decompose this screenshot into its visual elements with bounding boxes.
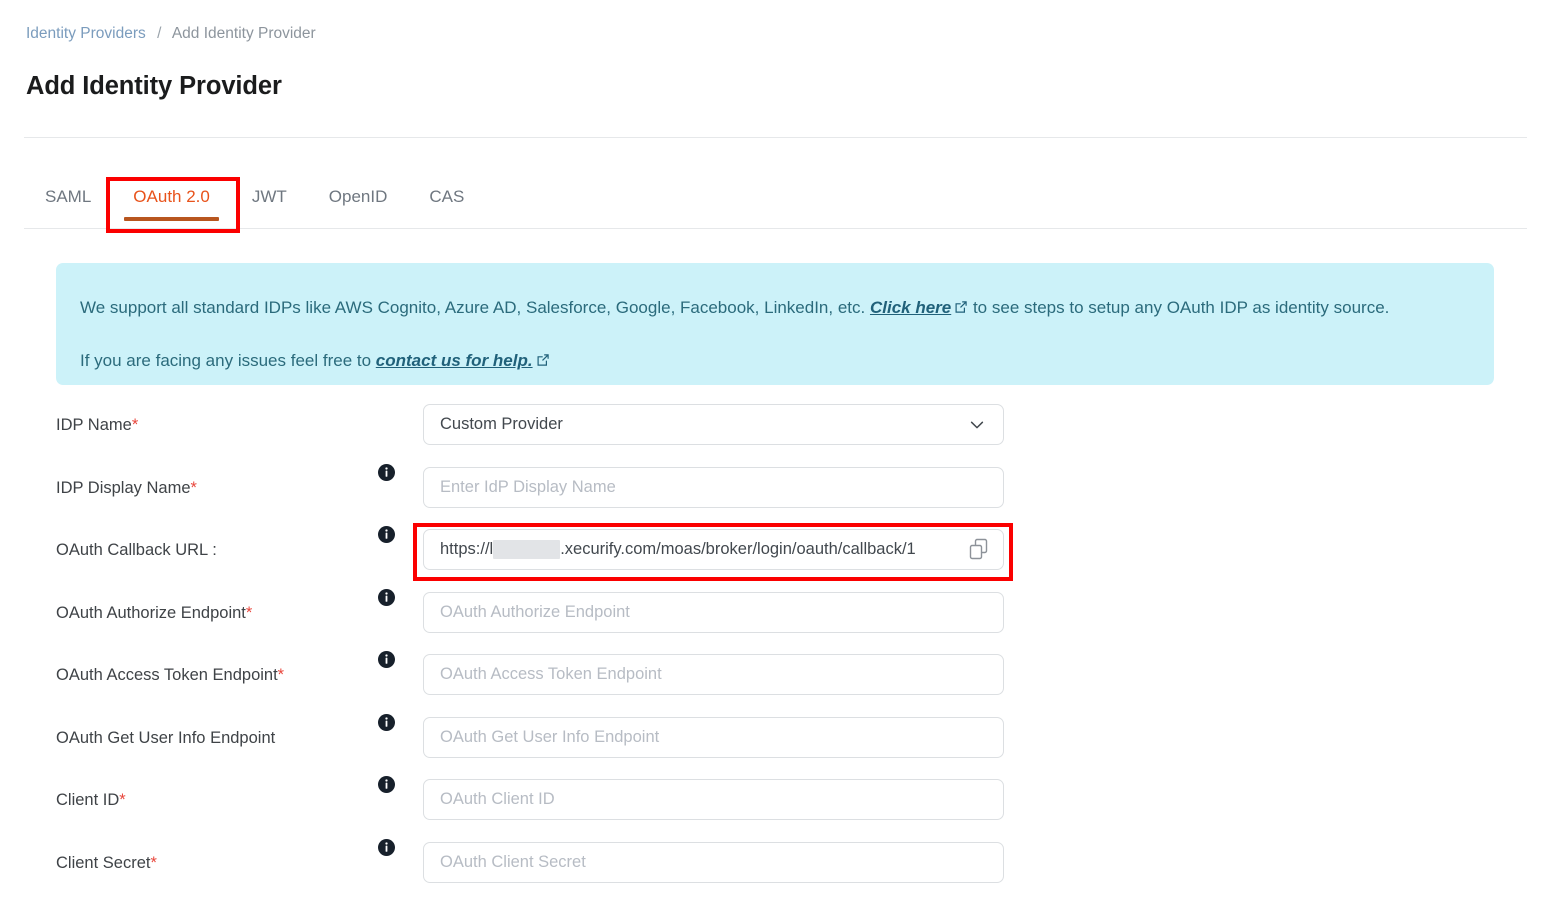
idp-display-name-input[interactable]: Enter IdP Display Name <box>423 466 1004 508</box>
url-suffix: .xecurify.com/moas/broker/login/oauth/ca… <box>560 540 916 558</box>
info-banner-line-2-prefix: If you are facing any issues feel free t… <box>80 351 376 370</box>
client-id-input-wrap: OAuth Client ID <box>423 779 1004 820</box>
page-title: Add Identity Provider <box>26 72 282 100</box>
breadcrumb-current: Add Identity Provider <box>171 25 316 42</box>
breadcrumb-separator: / <box>157 25 162 42</box>
oauth-authorize-endpoint-input[interactable]: OAuth Authorize Endpoint <box>423 591 1004 633</box>
oauth-access-token-endpoint-input-wrap: OAuth Access Token Endpoint <box>423 654 1004 695</box>
tab-cas[interactable]: CAS <box>408 176 485 219</box>
label-oauth-authorize-endpoint: OAuth Authorize Endpoint* <box>56 604 252 623</box>
oauth-authorize-endpoint-input-wrap: OAuth Authorize Endpoint <box>423 591 1004 633</box>
header-divider <box>24 137 1527 138</box>
info-icon[interactable] <box>378 463 395 481</box>
url-prefix: https://l <box>440 540 494 558</box>
field-row-oauth-callback-url: OAuth Callback URL : https://l .xecurify.… <box>0 525 1551 588</box>
client-secret-input-wrap: OAuth Client Secret <box>423 841 1004 883</box>
info-banner-line-2: If you are facing any issues feel free t… <box>80 348 1470 374</box>
label-idp-name-text: IDP Name <box>56 416 132 434</box>
field-row-client-secret: Client Secret* OAuth Client Secret <box>0 838 1551 897</box>
redaction-block <box>493 540 561 559</box>
client-secret-placeholder: OAuth Client Secret <box>440 852 586 871</box>
label-idp-display-name: IDP Display Name* <box>56 479 197 498</box>
info-banner: We support all standard IDPs like AWS Co… <box>56 263 1494 385</box>
idp-display-name-placeholder: Enter IdP Display Name <box>440 477 616 496</box>
oauth-authorize-endpoint-placeholder: OAuth Authorize Endpoint <box>440 602 630 621</box>
breadcrumb-identity-providers[interactable]: Identity Providers <box>26 25 146 42</box>
oauth-callback-url-value: https://l .xecurify.com/moas/broker/login… <box>440 540 987 559</box>
required-asterisk: * <box>131 416 139 434</box>
info-icon[interactable] <box>378 713 395 731</box>
info-icon[interactable] <box>378 838 395 856</box>
label-client-id: Client ID* <box>56 791 126 810</box>
required-asterisk: * <box>245 603 253 622</box>
label-oauth-get-user-info-endpoint: OAuth Get User Info Endpoint <box>56 728 276 747</box>
info-icon[interactable] <box>378 651 395 668</box>
label-client-secret: Client Secret* <box>56 854 157 873</box>
oauth-callback-url-input[interactable]: https://l .xecurify.com/moas/broker/login… <box>423 529 1004 570</box>
field-row-idp-name: IDP Name* Custom Provider <box>0 400 1551 463</box>
info-banner-line-1-suffix: to see steps to setup any OAuth IDP as i… <box>968 298 1390 317</box>
label-oauth-access-token-endpoint-text: OAuth Access Token Endpoint <box>56 666 278 684</box>
tab-bar: SAML OAuth 2.0 JWT OpenID CAS <box>24 176 1527 229</box>
label-oauth-callback-url: OAuth Callback URL : <box>56 541 217 559</box>
client-id-placeholder: OAuth Client ID <box>440 790 555 808</box>
idp-name-select[interactable]: Custom Provider <box>423 404 1004 445</box>
label-idp-name: IDP Name* <box>56 416 138 435</box>
tab-openid[interactable]: OpenID <box>308 176 409 219</box>
add-identity-provider-page: Identity Providers / Add Identity Provid… <box>0 0 1551 897</box>
label-idp-display-name-text: IDP Display Name <box>56 478 191 497</box>
contact-us-link[interactable]: contact us for help. <box>376 351 533 370</box>
info-banner-line-1-prefix: We support all standard IDPs like AWS Co… <box>80 298 870 317</box>
click-here-link[interactable]: Click here <box>870 298 951 317</box>
client-id-input[interactable]: OAuth Client ID <box>423 779 1004 820</box>
required-asterisk: * <box>119 791 126 809</box>
label-oauth-authorize-endpoint-text: OAuth Authorize Endpoint <box>56 603 246 622</box>
required-asterisk: * <box>277 666 285 684</box>
field-row-oauth-authorize-endpoint: OAuth Authorize Endpoint* OAuth Authoriz… <box>0 588 1551 651</box>
required-asterisk: * <box>190 478 197 497</box>
oauth-get-user-info-endpoint-input-wrap: OAuth Get User Info Endpoint <box>423 716 1004 758</box>
tab-bar-underline <box>24 228 1527 229</box>
idp-name-value: Custom Provider <box>440 415 563 433</box>
label-client-id-text: Client ID <box>56 791 120 809</box>
field-row-client-id: Client ID* OAuth Client ID <box>0 775 1551 838</box>
idp-display-name-input-wrap: Enter IdP Display Name <box>423 466 1004 508</box>
label-oauth-access-token-endpoint: OAuth Access Token Endpoint* <box>56 666 284 685</box>
chevron-down-icon <box>969 417 985 433</box>
idp-name-select-wrap: Custom Provider <box>423 404 1004 445</box>
oauth-get-user-info-endpoint-placeholder: OAuth Get User Info Endpoint <box>440 727 660 746</box>
info-icon[interactable] <box>378 526 395 543</box>
tab-jwt[interactable]: JWT <box>231 176 308 219</box>
oauth-provider-form: IDP Name* Custom Provider IDP Display Na… <box>0 400 1551 897</box>
tab-saml[interactable]: SAML <box>24 176 112 219</box>
external-link-icon <box>536 353 550 367</box>
oauth-access-token-endpoint-input[interactable]: OAuth Access Token Endpoint <box>423 654 1004 695</box>
label-client-secret-text: Client Secret <box>56 853 151 872</box>
copy-icon[interactable] <box>969 538 991 561</box>
tab-oauth-2[interactable]: OAuth 2.0 <box>112 176 231 221</box>
external-link-icon <box>954 300 968 314</box>
oauth-get-user-info-endpoint-input[interactable]: OAuth Get User Info Endpoint <box>423 716 1004 758</box>
info-banner-line-1: We support all standard IDPs like AWS Co… <box>80 295 1470 321</box>
client-secret-input[interactable]: OAuth Client Secret <box>423 841 1004 883</box>
field-row-idp-display-name: IDP Display Name* Enter IdP Display Name <box>0 463 1551 526</box>
field-row-oauth-access-token-endpoint: OAuth Access Token Endpoint* OAuth Acces… <box>0 650 1551 713</box>
oauth-access-token-endpoint-placeholder: OAuth Access Token Endpoint <box>440 665 662 683</box>
breadcrumb: Identity Providers / Add Identity Provid… <box>26 24 316 44</box>
info-icon[interactable] <box>378 588 395 606</box>
oauth-callback-url-input-wrap: https://l .xecurify.com/moas/broker/login… <box>423 529 1004 570</box>
info-icon[interactable] <box>378 776 395 793</box>
field-row-oauth-get-user-info-endpoint: OAuth Get User Info Endpoint OAuth Get U… <box>0 713 1551 776</box>
required-asterisk: * <box>150 853 157 872</box>
